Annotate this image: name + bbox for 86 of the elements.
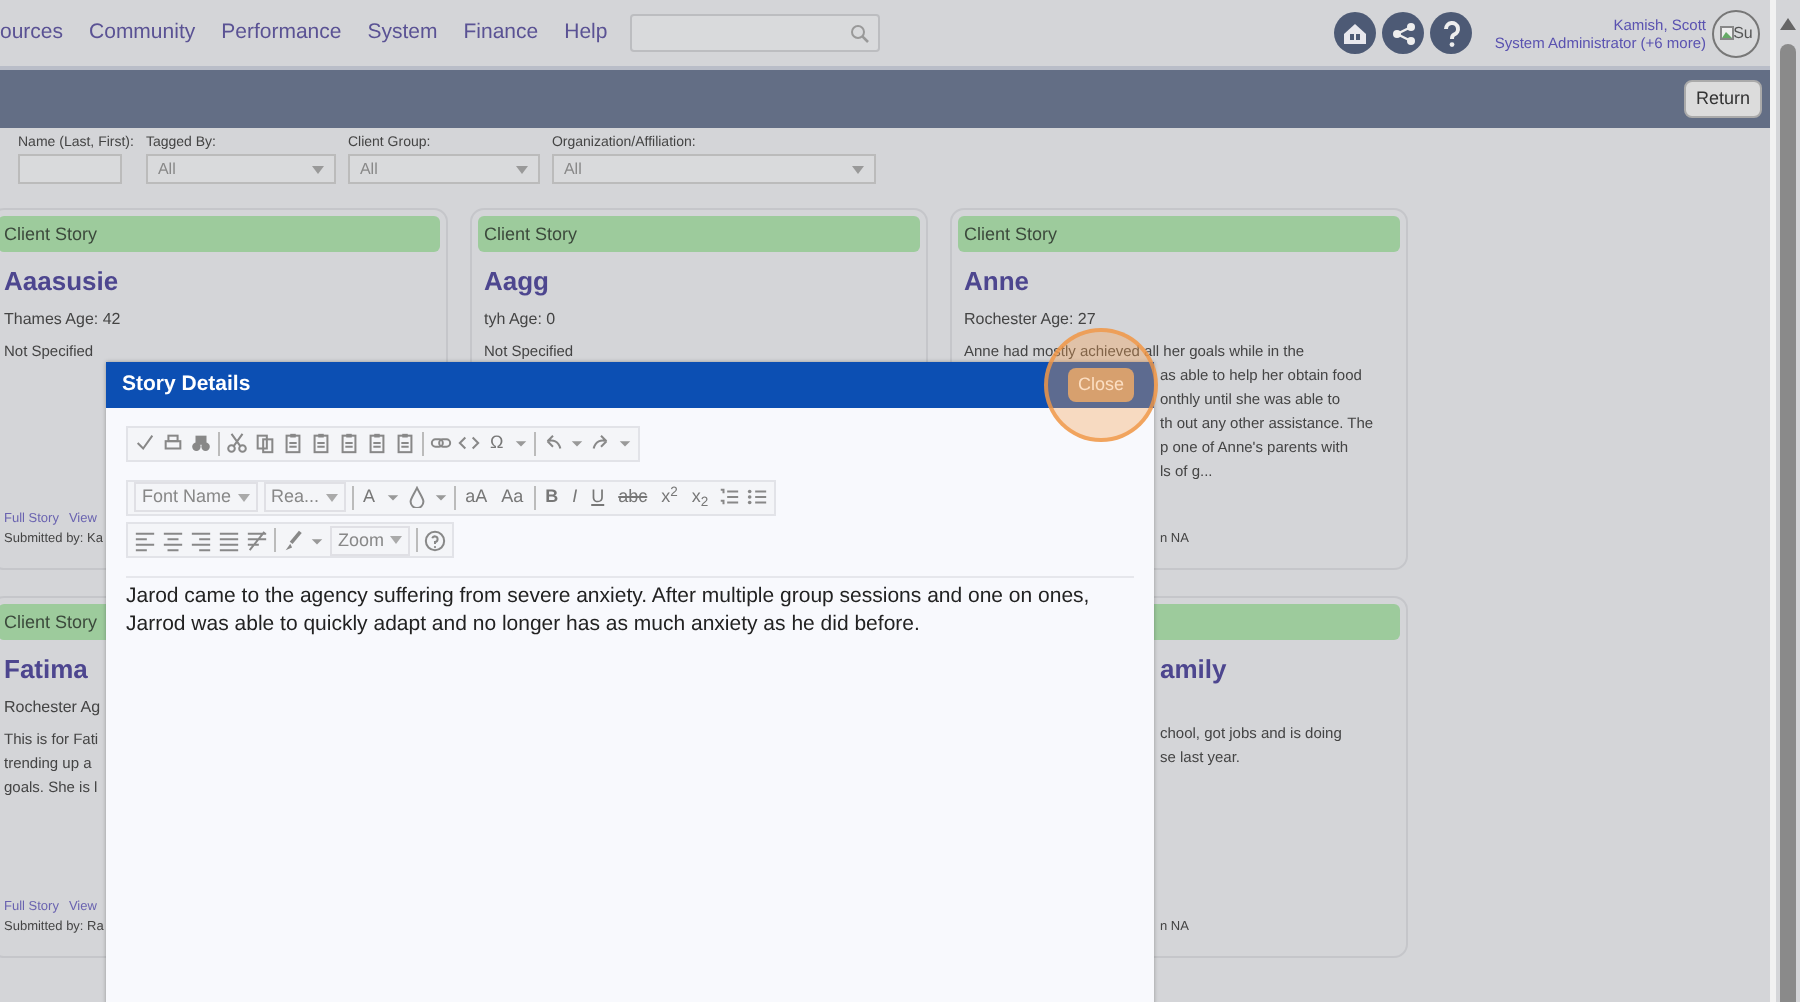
align-left-icon[interactable]	[134, 529, 156, 552]
client-name[interactable]: Aagg	[484, 262, 549, 301]
filter-select[interactable]: All	[145, 154, 336, 184]
client-meta: Thames Age: 42	[4, 307, 121, 331]
client-name[interactable]: amily	[1160, 650, 1227, 689]
droplet-icon[interactable]	[405, 486, 428, 509]
format-button[interactable]: Aa	[497, 484, 528, 511]
name-input-field[interactable]	[18, 154, 122, 184]
format-button[interactable]: Ω	[486, 429, 508, 457]
card-header: Client Story	[958, 216, 1400, 252]
menu-item[interactable]: ources	[0, 17, 64, 49]
angle-brackets-icon[interactable]	[458, 432, 480, 454]
toolbar-dropdown[interactable]: Zoom	[330, 525, 411, 556]
clipboard-icon[interactable]	[310, 432, 332, 454]
redo-icon[interactable]	[589, 432, 612, 454]
menu-item[interactable]: Performance	[221, 17, 342, 49]
clipboard-icon[interactable]	[338, 432, 360, 454]
dialog-title: Story Details	[122, 369, 251, 400]
help-icon[interactable]	[424, 529, 447, 552]
format-button[interactable]: B	[541, 484, 563, 511]
printer-icon[interactable]	[162, 432, 184, 454]
client-name[interactable]: Anne	[964, 262, 1029, 301]
undo-icon[interactable]	[541, 432, 564, 454]
bullet-list-icon[interactable]	[746, 486, 769, 509]
align-center-icon[interactable]	[162, 529, 184, 552]
editor-text[interactable]: Jarod came to the agency suffering from severe anxiety. After multiple group sessions and one on ones, Jarrod was able to quickly adapt and no longer has as much anxiety as he did before.	[126, 575, 1134, 641]
copy-icon[interactable]	[254, 432, 276, 454]
search-field[interactable]	[629, 14, 880, 52]
help-button[interactable]	[1430, 12, 1473, 54]
format-button[interactable]: x$_{2}$	[687, 484, 713, 511]
binoculars-icon[interactable]	[190, 432, 212, 454]
return-button[interactable]: Return	[1683, 79, 1762, 119]
caret-icon[interactable]	[325, 493, 338, 502]
format-button[interactable]: x$^{2}$	[657, 484, 682, 511]
client-meta: tyh Age: 0	[484, 307, 556, 331]
card-header: Client Story	[0, 216, 440, 252]
clipboard-icon[interactable]	[394, 432, 416, 454]
format-button[interactable]: abc	[614, 484, 652, 511]
caret-icon[interactable]	[390, 536, 403, 545]
search-icon[interactable]	[849, 23, 870, 43]
caret-icon[interactable]	[617, 436, 632, 450]
caret-icon[interactable]	[385, 490, 400, 505]
caret-icon[interactable]	[237, 493, 250, 502]
toolbar-dropdown[interactable]: Rea...	[263, 482, 346, 513]
scrollbar[interactable]	[1770, 0, 1800, 1002]
client-meta: Rochester Ag	[4, 695, 101, 719]
menu-item[interactable]: System	[367, 17, 438, 49]
client-name[interactable]: Aaasusie	[4, 262, 119, 301]
caret-icon[interactable]	[569, 436, 584, 450]
align-right-icon[interactable]	[190, 529, 212, 552]
caret-icon[interactable]	[433, 490, 448, 505]
avatar-image[interactable]: Su	[1712, 9, 1760, 57]
filter-select[interactable]: All	[551, 154, 876, 184]
checkmark-icon[interactable]	[134, 432, 156, 454]
toolbar-dropdown[interactable]: Font Name	[134, 482, 258, 513]
caret-icon[interactable]	[310, 533, 324, 548]
share-button[interactable]	[1382, 12, 1425, 54]
card-header: Client Story	[478, 216, 920, 252]
link-icon[interactable]	[430, 432, 452, 454]
align-justify-icon[interactable]	[218, 529, 240, 552]
scissors-icon[interactable]	[226, 432, 248, 454]
client-meta: Rochester Age: 27	[964, 307, 1096, 331]
menu-item[interactable]: Finance	[463, 17, 539, 49]
format-button[interactable]: U	[587, 484, 609, 511]
caret-icon[interactable]	[513, 436, 528, 450]
home-button[interactable]	[1334, 12, 1377, 54]
format-button[interactable]: A	[359, 484, 380, 511]
question-mark-icon	[1439, 19, 1464, 47]
menu-item[interactable]: Help	[564, 17, 608, 49]
share-icon	[1391, 21, 1416, 45]
clipboard-icon[interactable]	[366, 432, 388, 454]
menu-item[interactable]: Community	[89, 17, 196, 49]
client-name[interactable]: Fatima	[4, 650, 88, 689]
filter-select[interactable]: All	[347, 154, 540, 184]
format-button[interactable]: I	[568, 484, 582, 511]
caret-icon[interactable]	[851, 165, 864, 173]
clipboard-icon[interactable]	[282, 432, 304, 454]
caret-icon[interactable]	[515, 165, 528, 173]
brush-icon[interactable]	[282, 529, 304, 552]
format-button[interactable]: aA	[461, 484, 492, 511]
clear-format-icon[interactable]	[246, 529, 268, 552]
scrollbar-thumb[interactable]	[1780, 44, 1796, 1002]
house-icon	[1342, 21, 1369, 45]
caret-icon[interactable]	[311, 165, 324, 173]
numbered-list-icon[interactable]	[718, 486, 741, 509]
scroll-up-icon[interactable]	[1780, 18, 1796, 30]
